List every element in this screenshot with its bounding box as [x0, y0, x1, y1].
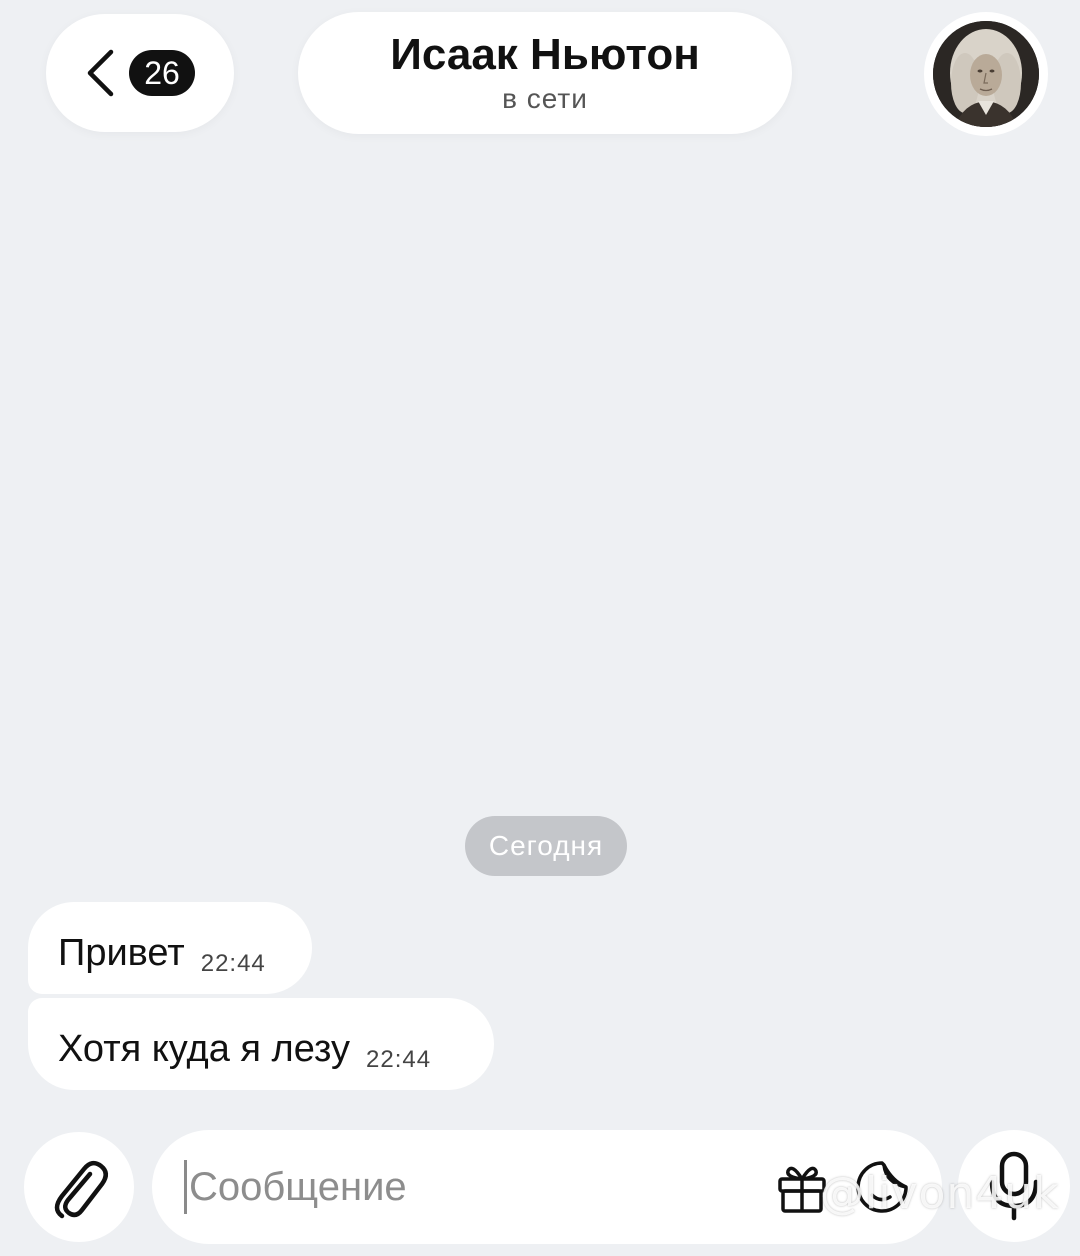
message-time: 22:44 — [366, 1046, 432, 1073]
message-time: 22:44 — [200, 950, 266, 977]
contact-avatar-button[interactable] — [924, 12, 1048, 136]
portrait-avatar-icon — [933, 21, 1039, 127]
text-caret — [184, 1160, 187, 1214]
contact-name: Исаак Ньютон — [390, 29, 700, 79]
avatar — [933, 21, 1039, 127]
contact-status: в сети — [502, 83, 588, 115]
chevron-left-icon — [87, 49, 114, 97]
message-bubble[interactable]: Привет 22:44 — [28, 902, 312, 994]
back-button[interactable]: 26 — [46, 14, 234, 132]
unread-count-badge: 26 — [129, 50, 195, 96]
chat-screen: 26 Исаак Ньютон в сети Сегодня Привет 22… — [0, 0, 1080, 1256]
message-input[interactable] — [189, 1164, 752, 1210]
paperclip-icon — [54, 1160, 108, 1219]
message-text: Привет — [58, 932, 185, 974]
attach-button[interactable] — [24, 1132, 134, 1242]
date-separator: Сегодня — [465, 816, 627, 876]
message-bubble[interactable]: Хотя куда я лезу 22:44 — [28, 998, 494, 1090]
chat-header[interactable]: Исаак Ньютон в сети — [298, 12, 792, 134]
message-text: Хотя куда я лезу — [58, 1028, 351, 1070]
watermark: @livon4uk — [820, 1168, 1060, 1219]
